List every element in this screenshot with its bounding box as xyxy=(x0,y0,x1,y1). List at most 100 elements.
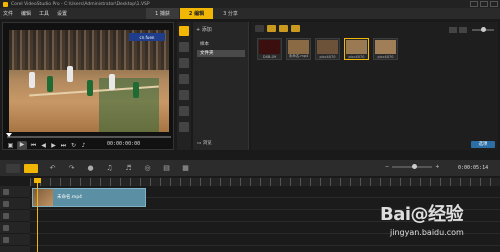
watermark: Bai@经验 jingyan.baidu.com xyxy=(380,200,498,250)
watermark-brand: Bai@经验 xyxy=(380,204,464,225)
multi-camera-icon[interactable]: ▦ xyxy=(181,164,190,173)
sound-mixer-icon[interactable]: ♫ xyxy=(105,164,114,173)
thumbnail-caption: picc4070 xyxy=(348,55,365,59)
video-frame: cn.fuen xyxy=(9,30,169,132)
menu-tools[interactable]: 工具 xyxy=(39,10,49,17)
repeat-icon[interactable]: ↻ xyxy=(70,142,77,149)
tab-capture[interactable]: 1 捕获 xyxy=(146,8,179,19)
tab-share[interactable]: 3 分享 xyxy=(214,8,247,19)
timeline-duration: 0:00:05:14 xyxy=(458,165,489,171)
thumbnail-caption: 未命名.mp4 xyxy=(288,54,309,58)
plus-icon: + xyxy=(196,27,201,33)
timeline-view-button[interactable] xyxy=(24,163,38,173)
folder-samples[interactable]: 样本 xyxy=(197,41,245,48)
tab-edit[interactable]: 2 编辑 xyxy=(180,8,213,19)
library-toolstrip xyxy=(177,22,191,150)
video-track-icon xyxy=(3,188,9,195)
preview-timecode[interactable]: 00:00:00:00 xyxy=(107,141,140,147)
thumbnail-size-slider[interactable] xyxy=(472,27,494,32)
thumbnail-caption: picc4070 xyxy=(319,55,336,59)
filter-icon[interactable] xyxy=(179,106,189,116)
home-button[interactable]: ⏮ xyxy=(30,142,37,149)
instant-project-icon[interactable] xyxy=(179,42,189,52)
voice-track-icon xyxy=(3,224,9,231)
path-icon[interactable] xyxy=(179,122,189,132)
end-button[interactable]: ⏭ xyxy=(60,142,67,149)
menu-edit[interactable]: 编辑 xyxy=(21,10,31,17)
graphic-icon[interactable] xyxy=(179,90,189,100)
title-track-icon xyxy=(3,212,9,219)
minimize-button[interactable] xyxy=(470,1,478,7)
media-library-icon[interactable] xyxy=(179,26,189,36)
title-icon[interactable] xyxy=(179,74,189,84)
timeline-ruler[interactable] xyxy=(30,178,500,186)
media-thumbnail[interactable]: picc4070 xyxy=(315,38,340,60)
next-frame-button[interactable]: ▶ xyxy=(50,142,57,149)
video-player xyxy=(109,74,115,90)
motion-tracking-icon[interactable]: ◎ xyxy=(143,164,152,173)
workflow-steps: 1 捕获 2 编辑 3 分享 xyxy=(146,8,248,19)
video-player xyxy=(67,66,73,82)
slider-knob[interactable] xyxy=(481,27,486,32)
auto-music-icon[interactable]: ♬ xyxy=(124,164,133,173)
video-player xyxy=(47,76,53,92)
thumbnail-caption: picc4070 xyxy=(377,55,394,59)
music-track-icon xyxy=(3,236,9,243)
media-thumbnail[interactable]: 未命名.mp4 xyxy=(286,38,311,60)
media-thumbnail[interactable]: picc4070 xyxy=(373,38,398,60)
play-button[interactable]: ▶ xyxy=(17,141,27,150)
zoom-in-icon[interactable]: + xyxy=(435,164,439,170)
transition-icon[interactable] xyxy=(179,58,189,68)
media-thumbnail[interactable]: picc4070 xyxy=(344,38,369,60)
title-track-header[interactable] xyxy=(0,210,30,222)
watermark-url: jingyan.baidu.com xyxy=(390,228,464,237)
video-track[interactable]: 未命名.mp4 xyxy=(30,186,500,207)
list-view-button[interactable] xyxy=(449,27,457,33)
maximize-button[interactable] xyxy=(480,1,488,7)
scrub-head[interactable] xyxy=(6,133,12,137)
record-capture-icon[interactable]: ● xyxy=(86,164,95,173)
show-audio-toggle[interactable] xyxy=(291,25,300,32)
undo-icon[interactable]: ↶ xyxy=(48,164,57,173)
view-controls xyxy=(449,27,494,33)
show-videos-toggle[interactable] xyxy=(267,25,276,32)
thumbnail-image xyxy=(375,40,396,54)
video-track-header[interactable] xyxy=(0,186,30,198)
thumbnail-image xyxy=(288,40,309,54)
thumbnail-view-button[interactable] xyxy=(459,27,467,33)
close-button[interactable] xyxy=(490,1,498,7)
playhead-handle[interactable] xyxy=(34,178,41,183)
thumbnail-image xyxy=(346,40,367,54)
media-library-pane: DXB-09 未命名.mp4 picc4070 picc4070 picc407… xyxy=(251,22,498,150)
window-controls xyxy=(470,1,498,7)
subtitle-editor-icon[interactable]: ▤ xyxy=(162,164,171,173)
overlay-track-header[interactable] xyxy=(0,198,30,210)
show-photos-toggle[interactable] xyxy=(279,25,288,32)
menu-file[interactable]: 文件 xyxy=(3,10,13,17)
music-track-header[interactable] xyxy=(0,234,30,246)
thumbnail-caption: DXB-09 xyxy=(262,55,277,59)
redo-icon[interactable]: ↷ xyxy=(67,164,76,173)
menu-settings[interactable]: 设置 xyxy=(57,10,67,17)
browse-button[interactable]: ▭ 浏览 xyxy=(197,140,212,146)
project-mode-icon[interactable]: ▣ xyxy=(7,142,14,149)
voice-track-header[interactable] xyxy=(0,222,30,234)
folder-custom[interactable]: 文件夹 xyxy=(197,50,245,57)
preview-scrubber[interactable] xyxy=(6,133,171,138)
add-folder-button[interactable]: + 添加 xyxy=(196,26,212,33)
timeline-playhead[interactable] xyxy=(34,178,41,252)
zoom-out-icon[interactable]: − xyxy=(385,164,389,170)
overlay-track-icon xyxy=(3,200,9,207)
preview-window: cn.fuen ▣ ▶ ⏮ ◀ ▶ ⏭ ↻ ♪ 00:00:00:00 xyxy=(2,22,174,150)
zoom-knob[interactable] xyxy=(412,164,418,169)
thumbnail-image xyxy=(259,40,280,54)
storyboard-view-button[interactable] xyxy=(6,163,20,173)
volume-icon[interactable]: ♪ xyxy=(80,142,87,149)
timeline-zoom-slider[interactable] xyxy=(392,164,433,169)
import-media-button[interactable] xyxy=(255,25,264,32)
prev-frame-button[interactable]: ◀ xyxy=(40,142,47,149)
media-thumbnail[interactable]: DXB-09 xyxy=(257,38,282,60)
title-bar: Corel VideoStudio Pro - C:\Users\Adminis… xyxy=(0,0,500,8)
media-filter-toolbar xyxy=(255,25,300,32)
options-button[interactable]: 选项 xyxy=(471,141,495,148)
